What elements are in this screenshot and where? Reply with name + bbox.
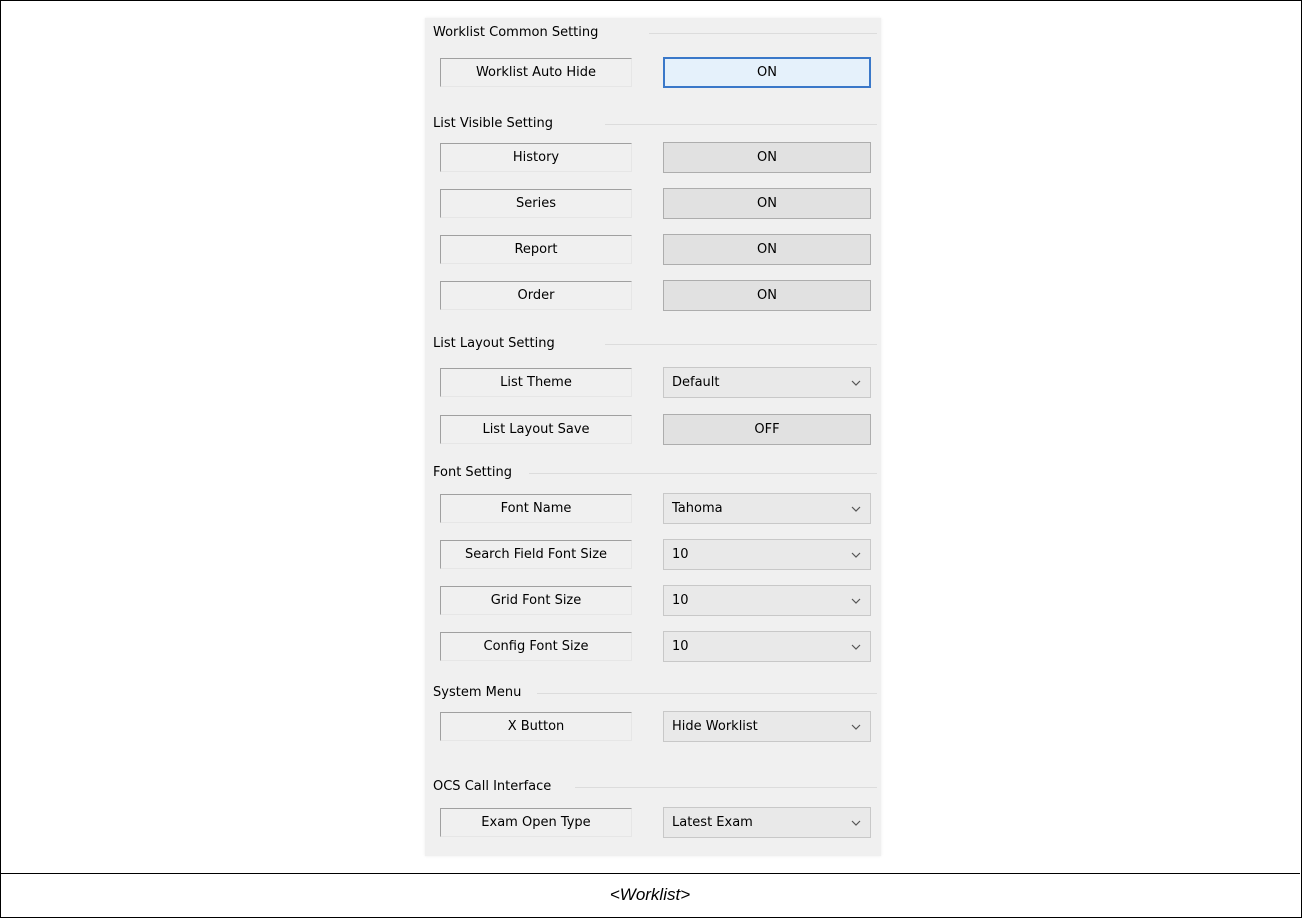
search-field-font-size-select[interactable]: 10 [663,539,871,570]
label-list-layout-save: List Layout Save [440,415,632,444]
group-divider [649,33,877,34]
figure-caption: <Worklist> [609,885,691,904]
chevron-down-icon [851,380,861,386]
chevron-down-icon [851,598,861,604]
group-title-system-menu: System Menu [433,685,522,700]
group-title-font: Font Setting [433,465,512,480]
group-divider [537,693,877,694]
label-report: Report [440,235,632,264]
group-title-list-layout: List Layout Setting [433,336,555,351]
history-toggle[interactable]: ON [663,142,871,173]
group-divider [529,473,877,474]
group-divider [605,124,877,125]
label-worklist-auto-hide: Worklist Auto Hide [440,58,632,87]
font-name-select[interactable]: Tahoma [663,493,871,524]
x-button-value: Hide Worklist [672,719,758,734]
report-toggle[interactable]: ON [663,234,871,265]
label-order: Order [440,281,632,310]
config-font-size-value: 10 [672,639,689,654]
chevron-down-icon [851,506,861,512]
label-list-theme: List Theme [440,368,632,397]
list-layout-save-toggle[interactable]: OFF [663,414,871,445]
group-title-ocs-call-interface: OCS Call Interface [433,779,552,794]
label-x-button: X Button [440,712,632,741]
chevron-down-icon [851,820,861,826]
grid-font-size-value: 10 [672,593,689,608]
label-search-field-font-size: Search Field Font Size [440,540,632,569]
grid-font-size-select[interactable]: 10 [663,585,871,616]
label-series: Series [440,189,632,218]
label-exam-open-type: Exam Open Type [440,808,632,837]
x-button-select[interactable]: Hide Worklist [663,711,871,742]
label-history: History [440,143,632,172]
label-font-name: Font Name [440,494,632,523]
list-theme-value: Default [672,375,720,390]
order-toggle[interactable]: ON [663,280,871,311]
label-grid-font-size: Grid Font Size [440,586,632,615]
chevron-down-icon [851,552,861,558]
group-divider [605,344,877,345]
font-name-value: Tahoma [672,501,723,516]
series-toggle[interactable]: ON [663,188,871,219]
group-divider [575,787,877,788]
chevron-down-icon [851,644,861,650]
exam-open-type-value: Latest Exam [672,815,753,830]
worklist-auto-hide-toggle[interactable]: ON [663,57,871,88]
group-title-list-visible: List Visible Setting [433,116,554,131]
exam-open-type-select[interactable]: Latest Exam [663,807,871,838]
worklist-settings-panel: Worklist Common Setting Worklist Auto Hi… [425,18,881,856]
list-theme-select[interactable]: Default [663,367,871,398]
config-font-size-select[interactable]: 10 [663,631,871,662]
group-title-worklist-common: Worklist Common Setting [433,25,599,40]
chevron-down-icon [851,724,861,730]
search-field-font-size-value: 10 [672,547,689,562]
label-config-font-size: Config Font Size [440,632,632,661]
